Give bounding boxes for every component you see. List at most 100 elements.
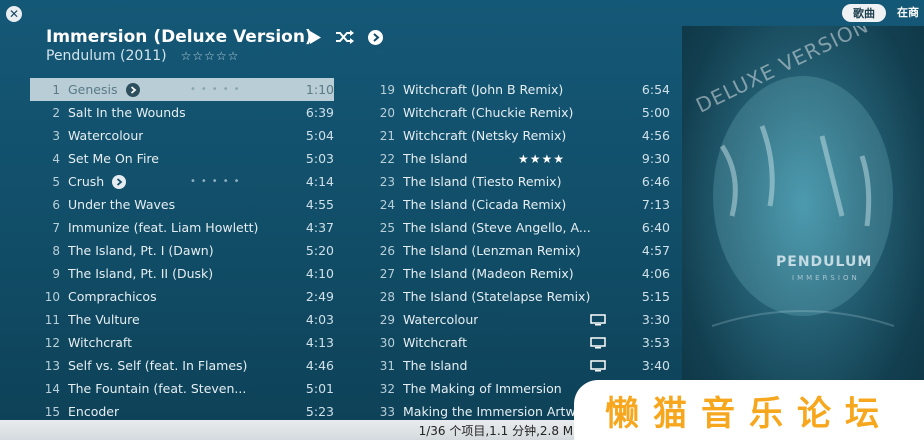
shuffle-icon[interactable] — [336, 28, 354, 46]
track-row[interactable]: 13 Self vs. Self (feat. In Flames) 4:46 — [30, 354, 334, 377]
watermark-overlay: 懒猫音乐论坛 — [574, 380, 924, 440]
track-title: The Island (Madeon Remix) — [403, 266, 574, 281]
track-number: 1 — [52, 82, 60, 97]
track-time: 4:46 — [305, 358, 334, 373]
track-number: 10 — [44, 289, 60, 304]
track-number: 29 — [379, 312, 395, 327]
track-title: Witchcraft — [68, 335, 133, 350]
track-row[interactable]: 5 Crush ••••• 4:14 — [30, 170, 334, 193]
track-row[interactable]: 26 The Island (Lenzman Remix) 4:57 — [365, 239, 670, 262]
track-title: Watercolour — [403, 312, 479, 327]
track-time: 4:03 — [305, 312, 334, 327]
songs-button[interactable]: 歌曲 — [842, 4, 886, 22]
track-number: 28 — [379, 289, 395, 304]
track-row[interactable]: 30 Witchcraft 3:53 — [365, 331, 670, 354]
track-title: Witchcraft (Netsky Remix) — [403, 128, 567, 143]
track-time: 5:20 — [305, 243, 334, 258]
track-title: The Vulture — [68, 312, 140, 327]
track-number: 5 — [52, 174, 60, 189]
track-title: Witchcraft — [403, 335, 468, 350]
track-row[interactable]: 25 The Island (Steve Angello, A... 6:40 — [365, 216, 670, 239]
track-row[interactable]: 11 The Vulture 4:03 — [30, 308, 334, 331]
artwork-band-name: PENDULUM — [776, 254, 873, 270]
track-number: 11 — [44, 312, 60, 327]
rating-dots[interactable]: ••••• — [190, 176, 245, 187]
track-number: 21 — [379, 128, 395, 143]
track-row[interactable]: 24 The Island (Cicada Remix) 7:13 — [365, 193, 670, 216]
track-row[interactable]: 1 Genesis ••••• 1:10 — [30, 78, 334, 101]
track-title: Witchcraft (Chuckie Remix) — [403, 105, 574, 120]
track-list-right: 19 Witchcraft (John B Remix) 6:54 20 Wit… — [365, 78, 670, 423]
track-time: 5:03 — [305, 151, 334, 166]
track-time: 4:37 — [305, 220, 334, 235]
track-number: 24 — [379, 197, 395, 212]
track-number: 2 — [52, 105, 60, 120]
track-row[interactable]: 14 The Fountain (feat. Steven... 5:01 — [30, 377, 334, 400]
track-title: The Island, Pt. II (Dusk) — [68, 266, 214, 281]
track-time: 5:00 — [641, 105, 670, 120]
track-title: Self vs. Self (feat. In Flames) — [68, 358, 248, 373]
track-number: 23 — [379, 174, 395, 189]
track-info-icon[interactable] — [125, 82, 140, 97]
track-time: 4:57 — [641, 243, 670, 258]
album-subtitle: Pendulum (2011) ☆☆☆☆☆ — [46, 48, 239, 64]
track-row[interactable]: 10 Comprachicos 2:49 — [30, 285, 334, 308]
track-row[interactable]: 9 The Island, Pt. II (Dusk) 4:10 — [30, 262, 334, 285]
track-title: The Making of Immersion — [403, 381, 562, 396]
track-row[interactable]: 7 Immunize (feat. Liam Howlett) 4:37 — [30, 216, 334, 239]
play-icon[interactable] — [306, 28, 324, 46]
track-title: Immunize (feat. Liam Howlett) — [68, 220, 259, 235]
track-row[interactable]: 22 The Island ★★★★ 9:30 — [365, 147, 670, 170]
track-row[interactable]: 12 Witchcraft 4:13 — [30, 331, 334, 354]
track-row[interactable]: 3 Watercolour 5:04 — [30, 124, 334, 147]
track-number: 33 — [379, 404, 395, 419]
track-time: 4:14 — [305, 174, 334, 189]
track-row[interactable]: 31 The Island 3:40 — [365, 354, 670, 377]
track-number: 26 — [379, 243, 395, 258]
album-rating[interactable]: ☆☆☆☆☆ — [181, 49, 240, 63]
track-time: 4:06 — [641, 266, 670, 281]
track-row[interactable]: 8 The Island, Pt. I (Dawn) 5:20 — [30, 239, 334, 262]
track-number: 6 — [52, 197, 60, 212]
track-row[interactable]: 20 Witchcraft (Chuckie Remix) 5:00 — [365, 101, 670, 124]
track-time: 4:10 — [305, 266, 334, 281]
track-time: 5:01 — [305, 381, 334, 396]
track-time: 6:39 — [305, 105, 334, 120]
track-title: The Island (Statelapse Remix) — [403, 289, 591, 304]
track-row[interactable]: 21 Witchcraft (Netsky Remix) 4:56 — [365, 124, 670, 147]
track-number: 4 — [52, 151, 60, 166]
track-number: 3 — [52, 128, 60, 143]
artist-year: Pendulum (2011) — [46, 48, 167, 64]
close-icon[interactable]: ✕ — [6, 6, 22, 22]
status-text: 1/36 个项目,1.1 分钟,2.8 MB — [418, 423, 582, 438]
store-link[interactable]: 在商 — [897, 4, 919, 20]
track-row[interactable]: 29 Watercolour 3:30 — [365, 308, 670, 331]
album-title: Immersion (Deluxe Version) — [46, 27, 313, 47]
track-row[interactable]: 27 The Island (Madeon Remix) 4:06 — [365, 262, 670, 285]
rating-dots[interactable]: ••••• — [190, 84, 245, 95]
track-title: Encoder — [68, 404, 120, 419]
track-title: The Island (Cicada Remix) — [403, 197, 567, 212]
more-options-icon[interactable] — [366, 28, 384, 46]
track-row[interactable]: 19 Witchcraft (John B Remix) 6:54 — [365, 78, 670, 101]
video-icon — [590, 360, 606, 375]
track-number: 31 — [379, 358, 395, 373]
track-number: 19 — [379, 82, 395, 97]
track-row[interactable]: 23 The Island (Tiesto Remix) 6:46 — [365, 170, 670, 193]
track-title: Comprachicos — [68, 289, 157, 304]
track-number: 22 — [379, 151, 395, 166]
track-time: 5:04 — [305, 128, 334, 143]
track-info-icon[interactable] — [112, 174, 127, 189]
track-row[interactable]: 28 The Island (Statelapse Remix) 5:15 — [365, 285, 670, 308]
track-time: 4:55 — [305, 197, 334, 212]
track-title: The Island (Lenzman Remix) — [403, 243, 581, 258]
watermark-text: 懒猫音乐论坛 — [605, 393, 893, 434]
video-icon — [590, 337, 606, 352]
track-rating-stars[interactable]: ★★★★ — [518, 152, 565, 166]
track-row[interactable]: 6 Under the Waves 4:55 — [30, 193, 334, 216]
track-time: 9:30 — [641, 151, 670, 166]
track-number: 27 — [379, 266, 395, 281]
track-row[interactable]: 2 Salt In the Wounds 6:39 — [30, 101, 334, 124]
track-row[interactable]: 4 Set Me On Fire 5:03 — [30, 147, 334, 170]
track-number: 15 — [44, 404, 60, 419]
